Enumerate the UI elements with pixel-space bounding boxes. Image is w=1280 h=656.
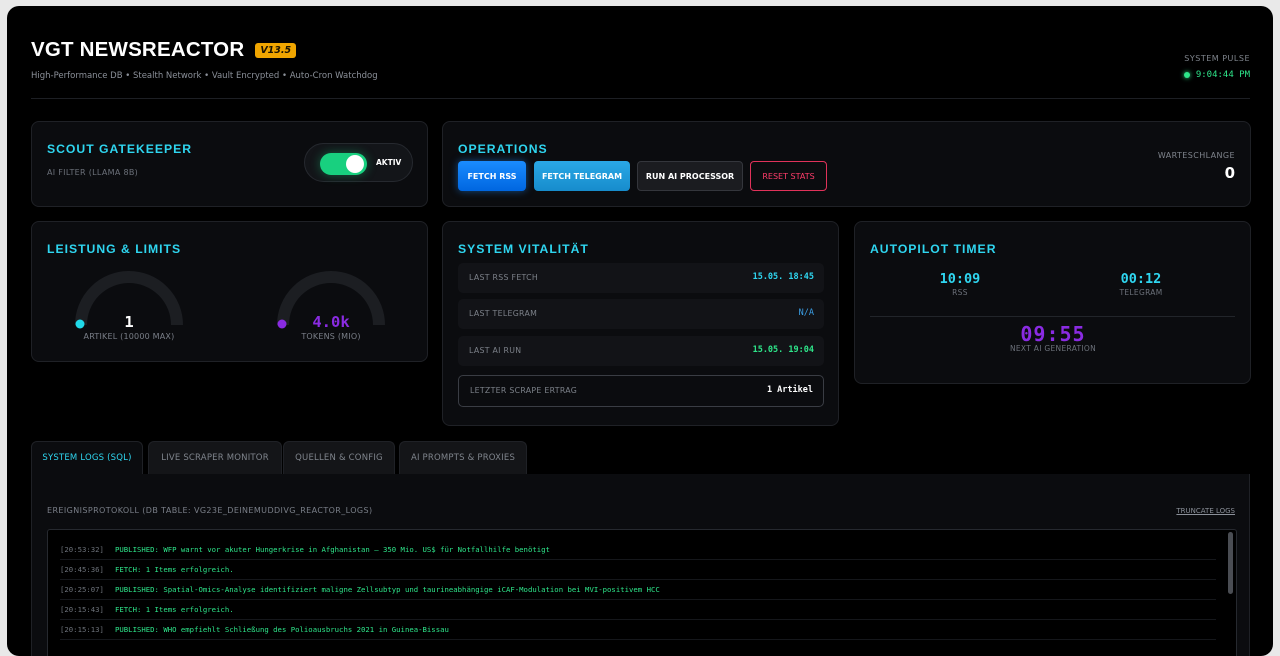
log-message: PUBLISHED: Spatial-Omics-Analyse identif… [115,585,660,594]
log-timestamp: [20:15:43] [60,605,104,614]
autopilot-title: AUTOPILOT TIMER [870,242,997,256]
logs-heading: EREIGNISPROTOKOLL (DB TABLE: VG23E_DEINE… [47,506,373,515]
header-divider [31,98,1250,99]
articles-label: ARTIKEL (10000 MAX) [83,332,175,341]
tab-ai-prompts-proxies[interactable]: AI PROMPTS & PROXIES [399,441,527,474]
log-output[interactable]: [20:53:32] PUBLISHED: WFP warnt vor akut… [47,529,1237,656]
scrape-yield-row: LETZTER SCRAPE ERTRAG 1 Artikel [458,375,824,407]
tokens-value: 4.0k [312,313,350,331]
log-message: PUBLISHED: WFP warnt vor akuter Hungerkr… [115,545,550,554]
log-scrollbar[interactable] [1228,532,1233,594]
log-timestamp: [20:25:07] [60,585,104,594]
autopilot-card: AUTOPILOT TIMER 10:09 RSS 00:12 TELEGRAM… [854,221,1251,384]
app-title: VGT NEWSREACTOR [31,38,245,61]
vitality-value: 15.05. 18:45 [752,272,814,282]
log-timestamp: [20:15:13] [60,625,104,634]
ai-filter-toggle[interactable]: AKTIV [304,143,413,182]
truncate-logs-link[interactable]: TRUNCATE LOGS [1176,507,1235,515]
ai-generation-timer: 09:55 NEXT AI GENERATION [973,322,1133,353]
fetch-rss-button[interactable]: FETCH RSS [458,161,526,191]
ai-timer-label: NEXT AI GENERATION [1009,344,1097,353]
telegram-timer-label: TELEGRAM [1119,288,1163,297]
vitality-label: LAST RSS FETCH [469,273,539,282]
tokens-gauge: 4.0k TOKENS (MIO) [274,265,388,345]
system-pulse-label: SYSTEM PULSE [1184,54,1250,63]
operations-title: OPERATIONS [458,142,548,156]
limits-title: LEISTUNG & LIMITS [47,242,182,256]
fetch-telegram-button[interactable]: FETCH TELEGRAM [534,161,630,191]
articles-gauge: 1 ARTIKEL (10000 MAX) [72,265,186,345]
toggle-label: AKTIV [376,158,402,167]
tokens-label: TOKENS (MIO) [301,332,361,341]
log-message: PUBLISHED: WHO empfiehlt Schließung des … [115,625,449,634]
log-message: FETCH: 1 Items erfolgreich. [115,565,234,574]
log-entry: [20:53:32] PUBLISHED: WFP warnt vor akut… [60,540,1216,560]
queue-label: WARTESCHLANGE [1157,151,1235,160]
scout-gatekeeper-card: SCOUT GATEKEEPER AI FILTER (LLAMA 8B) AK… [31,121,428,207]
vitality-value: 1 Artikel [766,385,813,395]
vitality-label: LETZTER SCRAPE ERTRAG [470,386,578,395]
vitality-label: LAST TELEGRAM [469,309,538,318]
run-ai-processor-button[interactable]: RUN AI PROCESSOR [637,161,743,191]
toggle-track[interactable] [320,153,367,175]
tab-system-logs[interactable]: SYSTEM LOGS (SQL) [31,441,143,474]
log-entry: [20:45:36] FETCH: 1 Items erfolgreich. [60,560,1216,580]
log-entry: [20:25:07] PUBLISHED: Spatial-Omics-Anal… [60,580,1216,600]
system-vitality-card: SYSTEM VITALITÄT LAST RSS FETCH 15.05. 1… [442,221,839,426]
vitality-row: LAST TELEGRAM N/A [458,299,824,329]
pulse-dot-icon [1183,72,1190,78]
operations-card: OPERATIONS FETCH RSS FETCH TELEGRAM RUN … [442,121,1251,207]
log-timestamp: [20:53:32] [60,545,104,554]
limits-card: LEISTUNG & LIMITS 1 ARTIKEL (10000 MAX) … [31,221,428,362]
tab-sources-config[interactable]: QUELLEN & CONFIG [283,441,395,474]
rss-timer-label: RSS [952,288,968,297]
queue-value: 0 [1224,164,1235,182]
rss-timer-value: 10:09 [939,271,981,287]
telegram-timer-value: 00:12 [1120,271,1162,287]
log-entry: [20:15:43] FETCH: 1 Items erfolgreich. [60,600,1216,620]
rss-timer: 10:09 RSS [900,271,1020,297]
articles-value: 1 [124,313,134,331]
vitality-row: LAST AI RUN 15.05. 19:04 [458,336,824,366]
log-entry: [20:15:13] PUBLISHED: WHO empfiehlt Schl… [60,620,1216,640]
vitality-row: LAST RSS FETCH 15.05. 18:45 [458,263,824,293]
reset-stats-button[interactable]: RESET STATS [750,161,827,191]
vitality-title: SYSTEM VITALITÄT [458,242,589,256]
tab-live-scraper-monitor[interactable]: LIVE SCRAPER MONITOR [148,441,282,474]
pulse-time: 9:04:44 PM [1195,70,1250,80]
app-subtitle: High-Performance DB • Stealth Network • … [31,71,378,81]
autopilot-divider [870,316,1235,317]
vitality-label: LAST AI RUN [469,346,522,355]
app-window: VGT NEWSREACTOR V13.5 High-Performance D… [7,6,1273,656]
system-pulse: 9:04:44 PM [1183,70,1250,80]
logs-panel: EREIGNISPROTOKOLL (DB TABLE: VG23E_DEINE… [31,474,1250,656]
scout-subtitle: AI FILTER (LLAMA 8B) [47,168,139,177]
log-timestamp: [20:45:36] [60,565,104,574]
toggle-knob[interactable] [346,155,364,173]
vitality-value: 15.05. 19:04 [752,345,814,355]
log-message: FETCH: 1 Items erfolgreich. [115,605,234,614]
title-row: VGT NEWSREACTOR V13.5 [31,38,297,62]
version-badge: V13.5 [255,42,297,58]
vitality-value: N/A [798,308,814,318]
ai-timer-value: 09:55 [1020,322,1086,346]
telegram-timer: 00:12 TELEGRAM [1081,271,1201,297]
scout-title: SCOUT GATEKEEPER [47,142,193,156]
